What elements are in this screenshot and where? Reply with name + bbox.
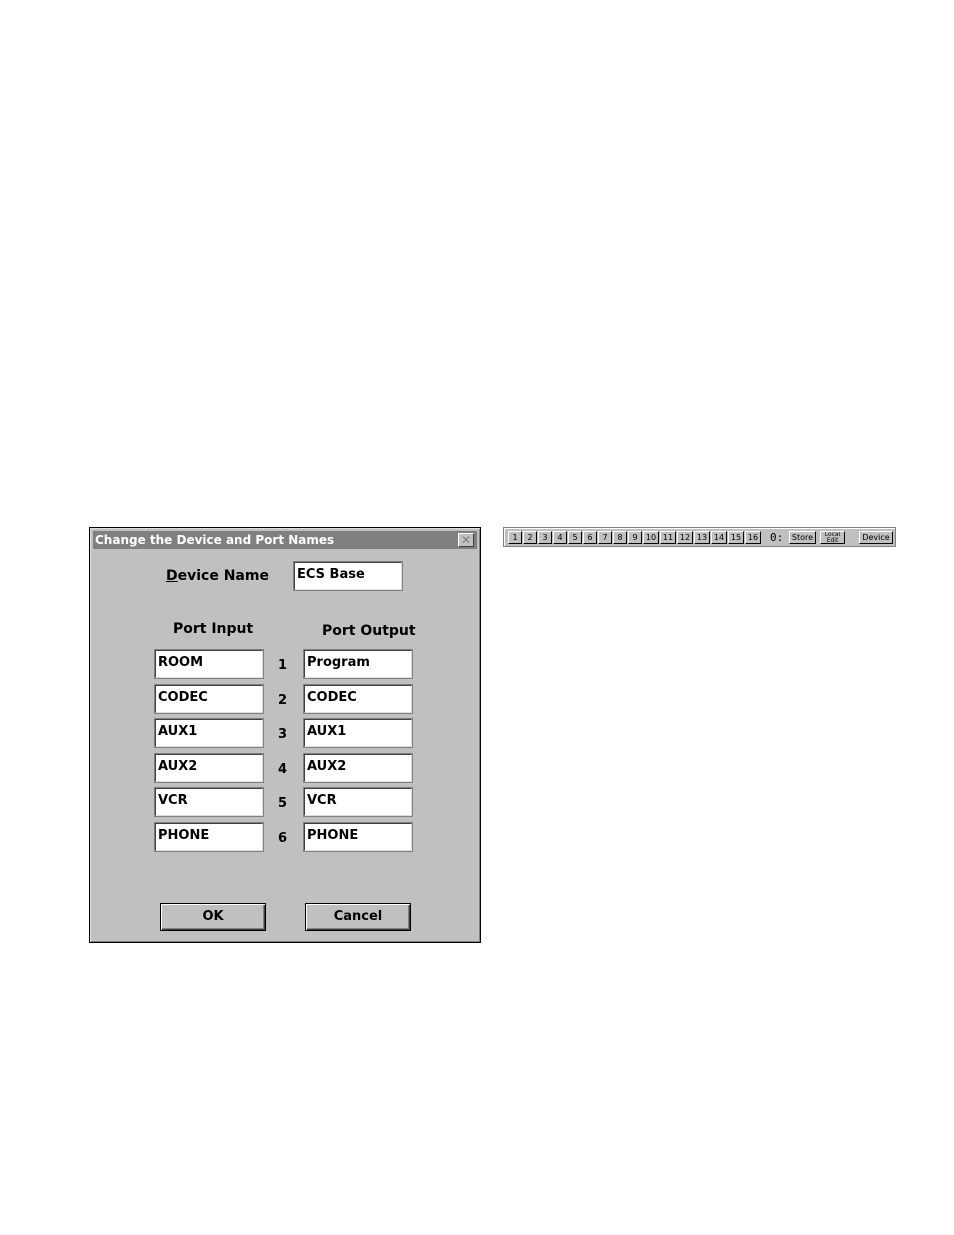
port-number-4: 4 [278,761,288,777]
port-input-field-4[interactable]: AUX2 [154,752,264,783]
preset-button-12[interactable]: 12 [677,531,693,544]
device-name-field[interactable]: ECS Base [293,561,403,591]
store-button[interactable]: Store [789,531,816,544]
preset-toolbar: 1 2 3 4 5 6 7 8 9 10 11 12 13 14 15 16 0: Store Local E… [503,527,896,547]
port-number-1: 1 [278,658,288,673]
preset-button-15[interactable]: 15 [728,531,744,544]
preset-button-3[interactable]: 3 [538,531,552,544]
port-input-field-1[interactable]: ROOM [154,649,264,679]
device-name-label-rest: evice Name [177,568,269,584]
port-number-2: 2 [278,692,288,708]
port-number-3: 3 [278,727,288,743]
preset-button-1[interactable]: 1 [508,531,522,544]
close-icon[interactable]: ✕ [458,533,474,547]
port-output-field-5[interactable]: VCR [303,787,413,818]
port-input-field-2[interactable]: CODEC [154,683,264,714]
port-output-field-4[interactable]: AUX2 [303,752,413,783]
preset-button-16[interactable]: 16 [745,531,761,544]
preset-button-5[interactable]: 5 [568,531,582,544]
preset-button-9[interactable]: 9 [628,531,642,544]
port-number-6: 6 [278,831,288,846]
port-number-5: 5 [278,796,288,812]
port-output-field-3[interactable]: AUX1 [303,718,413,749]
device-button[interactable]: Device [859,531,893,544]
preset-button-8[interactable]: 8 [613,531,627,544]
cancel-button[interactable]: Cancel [305,903,411,931]
preset-button-2[interactable]: 2 [523,531,537,544]
local-edit-line2: Edit [826,537,839,544]
port-output-field-2[interactable]: CODEC [303,683,413,714]
port-input-field-6[interactable]: PHONE [154,822,264,852]
port-output-label: Port Output [322,623,416,639]
device-name-label: Device Name [166,568,269,584]
port-input-label: Port Input [173,621,254,637]
preset-button-4[interactable]: 4 [553,531,567,544]
change-names-dialog: Change the Device and Port Names ✕ Devic… [89,527,481,943]
ok-button[interactable]: OK [160,903,266,931]
preset-button-13[interactable]: 13 [694,531,710,544]
preset-button-10[interactable]: 10 [643,531,659,544]
preset-button-6[interactable]: 6 [583,531,597,544]
device-name-accel: D [166,568,178,584]
dialog-title: Change the Device and Port Names [95,533,335,547]
preset-button-14[interactable]: 14 [711,531,727,544]
segment-display: 0: [770,531,784,544]
local-edit-button[interactable]: Local Edit [820,531,845,544]
preset-button-11[interactable]: 11 [660,531,676,544]
preset-button-7[interactable]: 7 [598,531,612,544]
port-input-field-5[interactable]: VCR [154,787,264,818]
port-output-field-1[interactable]: Program [303,649,413,679]
port-output-field-6[interactable]: PHONE [303,822,413,852]
port-input-field-3[interactable]: AUX1 [154,718,264,749]
dialog-titlebar: Change the Device and Port Names ✕ [93,531,477,549]
